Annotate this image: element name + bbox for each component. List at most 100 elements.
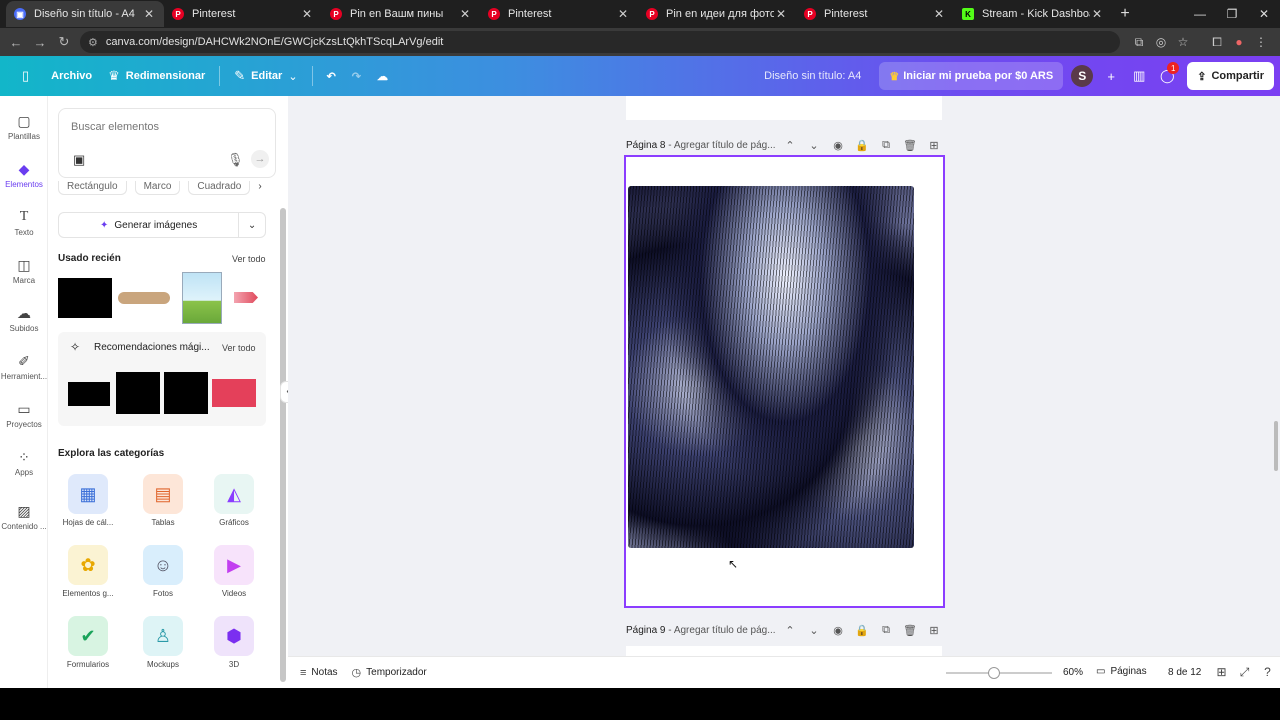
page-9-title[interactable]: Página 9 - Agregar título de pág... (626, 625, 778, 636)
url-field[interactable]: ⚙ canva.com/design/DAHCWk2NOnE/GWCjcKzsL… (80, 31, 1120, 53)
category-tables[interactable]: ▤ Tablas (133, 474, 193, 527)
zoom-slider-handle[interactable] (988, 667, 1000, 679)
close-tab-icon[interactable]: ✕ (932, 7, 946, 21)
tab-pinterest-1[interactable]: P Pinterest ✕ (164, 1, 322, 27)
recent-black-rectangle[interactable] (58, 278, 112, 318)
tab-pinterest-4[interactable]: P Pin en идеи для фото ✕ (638, 1, 796, 27)
fullscreen-icon[interactable]: ⤢ (1233, 665, 1256, 680)
magic-item[interactable] (116, 372, 160, 414)
reload-icon[interactable]: ↻ (52, 34, 76, 50)
category-graphics[interactable]: ✿ Elementos g... (58, 545, 118, 598)
magic-item[interactable] (68, 382, 110, 406)
next-page[interactable] (626, 646, 942, 656)
category-charts[interactable]: ◭ Gráficos (204, 474, 264, 527)
close-tab-icon[interactable]: ✕ (774, 7, 788, 21)
previous-page[interactable] (626, 96, 942, 120)
recent-arrow-shape[interactable] (234, 292, 258, 303)
recent-landscape-frame[interactable] (182, 272, 222, 324)
magic-item[interactable] (164, 372, 208, 414)
panel-scrollbar[interactable] (280, 208, 286, 682)
profile-icon[interactable]: ● (1228, 35, 1250, 49)
halftone-wave-image[interactable] (628, 186, 914, 548)
minimize-icon[interactable]: — (1184, 7, 1216, 21)
undo-button[interactable]: ↶ (319, 62, 344, 90)
analytics-icon[interactable]: ▥ (1125, 68, 1153, 84)
tab-pinterest-5[interactable]: P Pinterest ✕ (796, 1, 954, 27)
add-page-icon[interactable]: ⊞ (922, 624, 946, 637)
rail-item-projects[interactable]: ▭ Proyectos (0, 400, 48, 429)
lock-icon[interactable]: 🔒 (850, 139, 874, 152)
page-8-title[interactable]: Página 8 - Agregar título de pág... (626, 140, 778, 151)
share-button[interactable]: ⇪ Compartir (1187, 62, 1274, 90)
submit-arrow-icon[interactable]: → (251, 150, 269, 168)
grid-view-icon[interactable]: ⊞ (1210, 665, 1233, 680)
hide-eye-icon[interactable]: ◉ (826, 624, 850, 637)
zoom-level[interactable]: 60% (1063, 667, 1083, 678)
edit-menu-button[interactable]: ✎ Editar ⌄ (226, 62, 305, 90)
chip-rectangle[interactable]: Rectángulo (58, 181, 127, 195)
category-videos[interactable]: ▶ Videos (204, 545, 264, 598)
duplicate-icon[interactable]: ⧉ (874, 139, 898, 152)
sidebar-toggle-icon[interactable]: ▯ (14, 62, 43, 90)
microphone-icon[interactable]: 🎙 (227, 152, 244, 168)
rail-item-brand[interactable]: ◫ Marca (0, 256, 48, 285)
trash-icon[interactable]: 🗑 (898, 624, 922, 637)
notes-button[interactable]: ≡ Notas (300, 667, 338, 679)
rail-item-apps[interactable]: ⁘ Apps (0, 448, 48, 477)
forward-icon[interactable]: → (28, 35, 52, 50)
document-title[interactable]: Diseño sin título: A4 (764, 70, 861, 82)
page-8[interactable] (624, 155, 945, 608)
install-icon[interactable]: ⧉ (1128, 35, 1150, 50)
timer-button[interactable]: ◷ Temporizador (352, 666, 427, 679)
pages-button[interactable]: ▭ Páginas (1096, 666, 1147, 677)
help-icon[interactable]: ? (1256, 665, 1279, 680)
chevron-down-icon[interactable]: ⌄ (802, 139, 826, 152)
comments-icon[interactable]: ◯ 1 (1153, 62, 1181, 84)
extensions-icon[interactable]: ⧠ (1206, 35, 1228, 50)
category-3d[interactable]: ⬢ 3D (204, 616, 264, 669)
category-photos[interactable]: ☺ Fotos (133, 545, 193, 598)
canvas-scrollbar[interactable] (1274, 421, 1278, 471)
chip-square[interactable]: Cuadrado (188, 181, 251, 195)
close-tab-icon[interactable]: ✕ (300, 7, 314, 21)
chevron-down-icon[interactable]: ⌄ (802, 624, 826, 637)
cloud-save-icon[interactable]: ☁ (369, 62, 396, 90)
file-menu-button[interactable]: Archivo (43, 62, 100, 90)
search-input[interactable]: Buscar elementos (71, 121, 159, 133)
close-tab-icon[interactable]: ✕ (458, 7, 472, 21)
rail-item-tools[interactable]: ✐ Herramient... (0, 352, 48, 381)
image-search-icon[interactable]: ▣ (73, 152, 85, 168)
recent-pill-shape[interactable] (118, 292, 170, 304)
category-mockups[interactable]: ♙ Mockups (133, 616, 193, 669)
back-icon[interactable]: ← (4, 35, 28, 50)
generate-images-button[interactable]: ✦ Generar imágenes ⌄ (58, 212, 266, 238)
lock-icon[interactable]: 🔒 (850, 624, 874, 637)
tab-pinterest-2[interactable]: P Pin en Вашм пины ✕ (322, 1, 480, 27)
duplicate-icon[interactable]: ⧉ (874, 624, 898, 637)
generate-main[interactable]: ✦ Generar imágenes (59, 213, 240, 237)
rail-item-elements[interactable]: ◆ Elementos (0, 160, 48, 189)
add-collaborator-icon[interactable]: + (1097, 69, 1125, 84)
rail-item-text[interactable]: T Texto (0, 208, 48, 237)
magic-item[interactable] (212, 379, 256, 407)
chevron-up-icon[interactable]: ⌃ (778, 624, 802, 637)
category-forms[interactable]: ✔ Formularios (58, 616, 118, 669)
avatar[interactable]: S (1071, 65, 1094, 87)
close-tab-icon[interactable]: ✕ (142, 7, 156, 21)
chevron-up-icon[interactable]: ⌃ (778, 139, 802, 152)
resize-button[interactable]: ♛ Redimensionar (100, 62, 213, 90)
bookmark-star-icon[interactable]: ☆ (1172, 35, 1194, 49)
add-page-icon[interactable]: ⊞ (922, 139, 946, 152)
tab-pinterest-3[interactable]: P Pinterest ✕ (480, 1, 638, 27)
magic-see-all-link[interactable]: Ver todo (222, 343, 256, 353)
hide-eye-icon[interactable]: ◉ (826, 139, 850, 152)
maximize-icon[interactable]: ❐ (1216, 7, 1248, 21)
close-tab-icon[interactable]: ✕ (616, 7, 630, 21)
chevron-right-icon[interactable]: › (258, 181, 261, 197)
see-all-link[interactable]: Ver todo (232, 254, 266, 264)
close-tab-icon[interactable]: ✕ (1090, 7, 1104, 21)
chevron-down-icon[interactable]: ⌄ (239, 220, 265, 231)
chip-frame[interactable]: Marco (134, 181, 181, 195)
tab-canva[interactable]: ▣ Diseño sin título - A4 ✕ (6, 1, 164, 27)
search-box[interactable]: Buscar elementos ▣ 🎙 → (58, 108, 276, 178)
